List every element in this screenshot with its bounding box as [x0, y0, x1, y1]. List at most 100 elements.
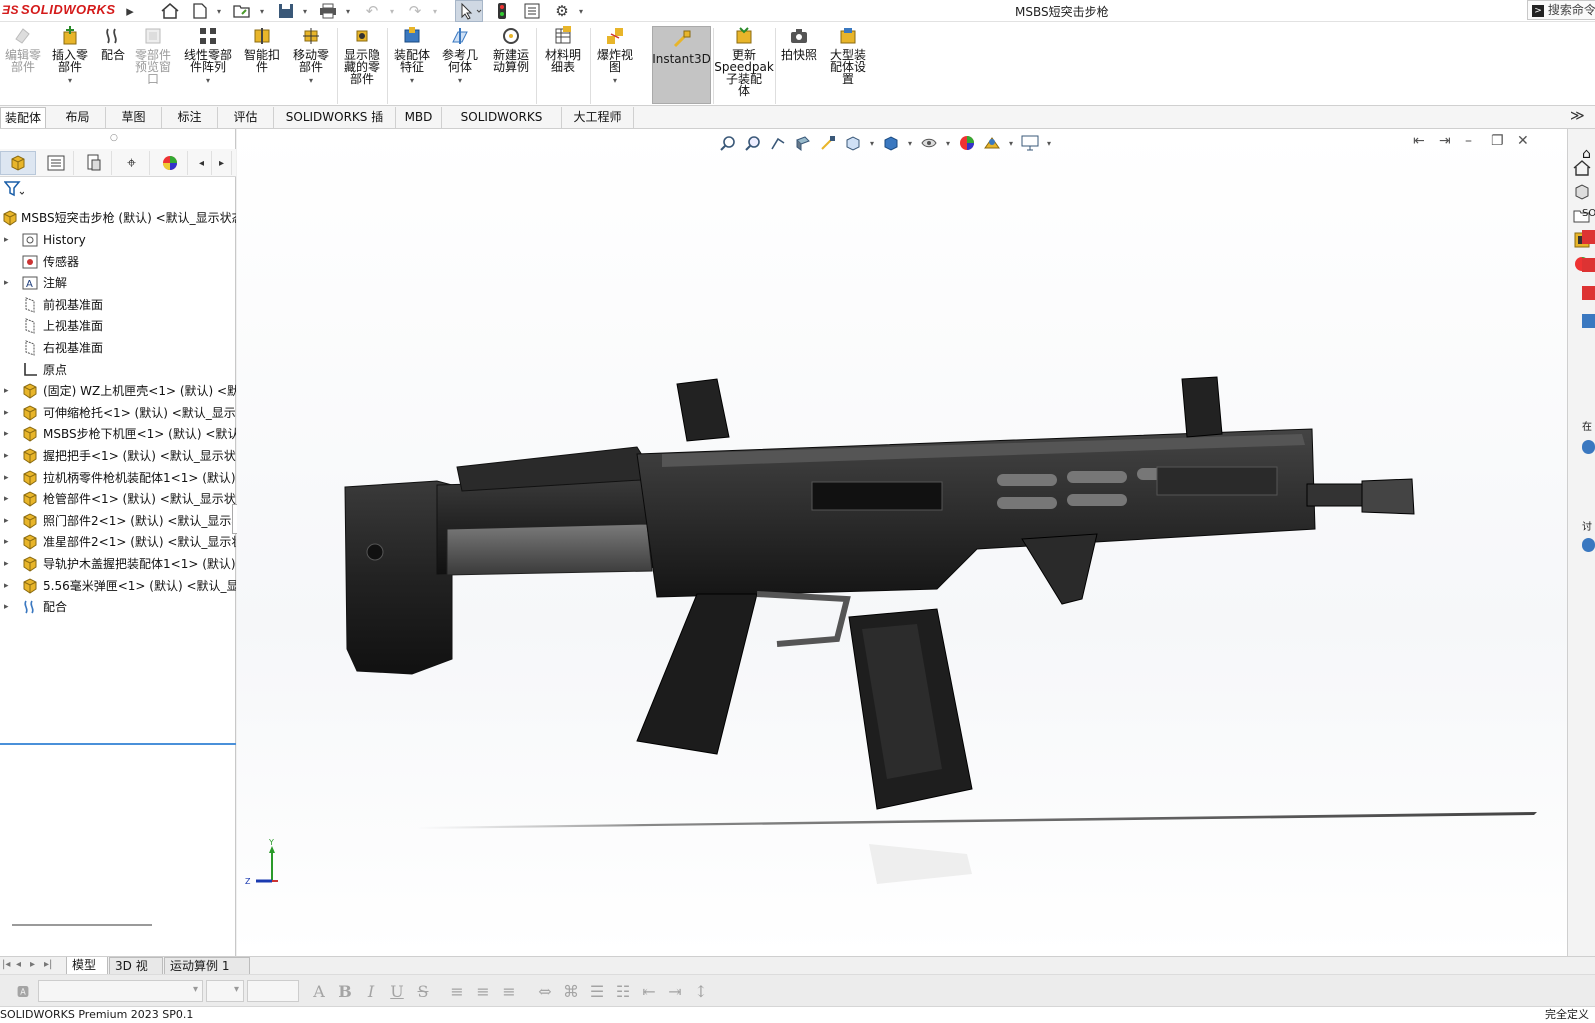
- reference-geometry-dropdown-icon[interactable]: ▾: [458, 75, 462, 87]
- tab-scroll-first-icon[interactable]: |◂: [2, 959, 10, 970]
- tree-item[interactable]: 右视基准面: [0, 337, 236, 359]
- component-preview-button[interactable]: 零部件 预览窗 口: [132, 26, 174, 104]
- bill-of-materials-button[interactable]: 材料明 细表: [540, 26, 586, 104]
- assembly-features-dropdown-icon[interactable]: ▾: [410, 75, 414, 87]
- bullets-icon[interactable]: ☰: [586, 980, 608, 1002]
- expand-arrow-icon[interactable]: ▸: [4, 510, 9, 532]
- expand-arrow-icon[interactable]: ▸: [4, 423, 9, 445]
- graphics-area[interactable]: ▾ ▾ ▾ ▾ ▾ ⇤ ⇥ – ❐ ✕ Y Z: [237, 129, 1567, 956]
- tree-item[interactable]: ▸ 导轨护木盖握把装配体1<1> (默认) <默认_显示状态 1>: [0, 553, 236, 575]
- insert-components-dropdown-icon[interactable]: ▾: [68, 75, 72, 87]
- open-icon[interactable]: [232, 1, 252, 21]
- reference-geometry-button[interactable]: 参考几 何体 ▾: [438, 26, 482, 104]
- tree-item[interactable]: 上视基准面: [0, 315, 236, 337]
- update-speedpak-button[interactable]: 更新 Speedpak 子装配 体: [714, 26, 774, 104]
- expand-arrow-icon[interactable]: ▸: [4, 553, 9, 575]
- tree-item[interactable]: 传感器: [0, 251, 236, 273]
- bold-icon[interactable]: B: [334, 980, 356, 1002]
- tree-item[interactable]: 原点: [0, 359, 236, 381]
- tab-assembly[interactable]: 装配体: [0, 107, 47, 128]
- increase-indent-icon[interactable]: ⇥: [664, 980, 686, 1002]
- tab-3d-views[interactable]: 3D 视图: [109, 957, 163, 990]
- mate-button[interactable]: 配合: [96, 26, 130, 104]
- expand-arrow-icon[interactable]: ▸: [4, 575, 9, 597]
- strikethrough-icon[interactable]: S: [412, 980, 434, 1002]
- expand-arrow-icon[interactable]: ▸: [4, 467, 9, 489]
- expand-arrow-icon[interactable]: ▸: [4, 272, 9, 294]
- tab-motion-study[interactable]: 运动算例 1: [164, 957, 250, 975]
- expand-arrow-icon[interactable]: ▸: [4, 488, 9, 510]
- instant3d-button[interactable]: Instant3D: [652, 26, 711, 104]
- tab-scroll-prev-icon[interactable]: ◂: [16, 959, 21, 970]
- numbering-icon[interactable]: ☷: [612, 980, 634, 1002]
- exploded-view-dropdown-icon[interactable]: ▾: [613, 75, 617, 87]
- redo-dropdown-icon[interactable]: ▾: [433, 7, 437, 16]
- menu-expand-icon[interactable]: ▸: [120, 1, 140, 21]
- configuration-manager-tab-icon[interactable]: [76, 151, 112, 175]
- show-hidden-components-button[interactable]: 显示隐 藏的零 部件: [340, 26, 384, 104]
- smart-fasteners-button[interactable]: 智能扣 件: [240, 26, 284, 104]
- expand-arrow-icon[interactable]: ▸: [4, 596, 9, 618]
- move-component-dropdown-icon[interactable]: ▾: [309, 75, 313, 87]
- tab-solidworks-cam[interactable]: SOLIDWORKS CAM: [442, 107, 562, 145]
- task-pane-collapse-icon[interactable]: ≫: [1570, 108, 1585, 124]
- tab-big-engineer[interactable]: 大工程师: [562, 107, 634, 128]
- rollback-bar[interactable]: [0, 743, 236, 745]
- move-component-button[interactable]: 移动零 部件 ▾: [288, 26, 334, 104]
- select-tool-button[interactable]: [455, 0, 483, 22]
- tab-scroll-next-icon[interactable]: ▸: [30, 959, 35, 970]
- search-commands-input[interactable]: > 搜索命令: [1527, 0, 1595, 20]
- tree-item[interactable]: ▸ 拉机柄零件枪机装配体1<1> (默认) <默认_显示状态 1>: [0, 467, 236, 489]
- tab-scroll-last-icon[interactable]: ▸|: [44, 959, 52, 970]
- feature-tree-tab-icon[interactable]: [0, 151, 36, 175]
- text-style-icon[interactable]: 🅰: [12, 980, 34, 1002]
- tree-root-assembly[interactable]: MSBS短突击步枪 (默认) <默认_显示状态-1>: [0, 207, 236, 229]
- print-icon[interactable]: [318, 1, 338, 21]
- take-snapshot-button[interactable]: 拍快照: [778, 26, 820, 104]
- tree-item[interactable]: ▸ (固定) WZ上机匣壳<1> (默认) <默认_显示状态 1>: [0, 380, 236, 402]
- underline-icon[interactable]: U: [386, 980, 408, 1002]
- solidworks-logo[interactable]: ƎS SOLIDWORKS: [2, 2, 116, 17]
- save-icon[interactable]: [276, 1, 296, 21]
- display-manager-tab-icon[interactable]: [152, 151, 188, 175]
- tab-mbd[interactable]: MBD: [396, 107, 442, 128]
- new-document-icon[interactable]: [190, 1, 210, 21]
- align-left-icon[interactable]: ≡: [446, 980, 468, 1002]
- align-center-icon[interactable]: ≡: [472, 980, 494, 1002]
- assembly-features-button[interactable]: 装配体 特征 ▾: [390, 26, 434, 104]
- tree-item[interactable]: 前视基准面: [0, 294, 236, 316]
- tab-sketch[interactable]: 草图: [106, 107, 162, 128]
- dimxpert-tab-icon[interactable]: ⌖: [114, 151, 150, 175]
- globe-icon[interactable]: [1582, 440, 1595, 454]
- tree-item[interactable]: ▸ 握把把手<1> (默认) <默认_显示状态 1>: [0, 445, 236, 467]
- rear-sight[interactable]: [676, 378, 730, 442]
- tabs-scroll-right-icon[interactable]: ▸: [212, 151, 232, 175]
- rifle-3d-model[interactable]: [237, 129, 1567, 956]
- panel-splitter-handle[interactable]: ○: [110, 133, 118, 143]
- tree-item[interactable]: ▸ 枪管部件<1> (默认) <默认_显示状态 1>: [0, 488, 236, 510]
- font-icon[interactable]: A: [308, 980, 330, 1002]
- globe-icon[interactable]: [1582, 538, 1595, 552]
- italic-icon[interactable]: I: [360, 980, 382, 1002]
- options-dropdown-icon[interactable]: ▾: [579, 7, 583, 16]
- task-pane-home-icon[interactable]: ⌂: [1582, 146, 1591, 162]
- font-height-input[interactable]: [247, 980, 299, 1002]
- linear-pattern-dropdown-icon[interactable]: ▾: [206, 75, 210, 87]
- tree-item[interactable]: ▸ 可伸缩枪托<1> (默认) <默认_显示状态 1>: [0, 402, 236, 424]
- open-dropdown-icon[interactable]: ▾: [260, 7, 264, 16]
- save-dropdown-icon[interactable]: ▾: [303, 7, 307, 16]
- tree-item[interactable]: ▸ A 注解: [0, 272, 236, 294]
- expand-arrow-icon[interactable]: ▸: [4, 531, 9, 553]
- resource-red-icon[interactable]: [1582, 258, 1595, 272]
- new-motion-study-button[interactable]: 新建运 动算例: [488, 26, 534, 104]
- file-properties-icon[interactable]: [522, 1, 542, 21]
- tree-item[interactable]: ▸ 5.56毫米弹匣<1> (默认) <默认_显示状态 1>: [0, 575, 236, 597]
- home-icon[interactable]: [160, 1, 180, 21]
- property-manager-tab-icon[interactable]: [38, 151, 74, 175]
- tab-markup[interactable]: 标注: [162, 107, 218, 128]
- resource-red-icon[interactable]: [1582, 230, 1595, 244]
- tab-evaluate[interactable]: 评估: [218, 107, 274, 128]
- resource-blue-icon[interactable]: [1582, 314, 1595, 328]
- linear-component-pattern-button[interactable]: 线性零部 件阵列 ▾: [180, 26, 236, 104]
- rebuild-icon[interactable]: [492, 1, 512, 21]
